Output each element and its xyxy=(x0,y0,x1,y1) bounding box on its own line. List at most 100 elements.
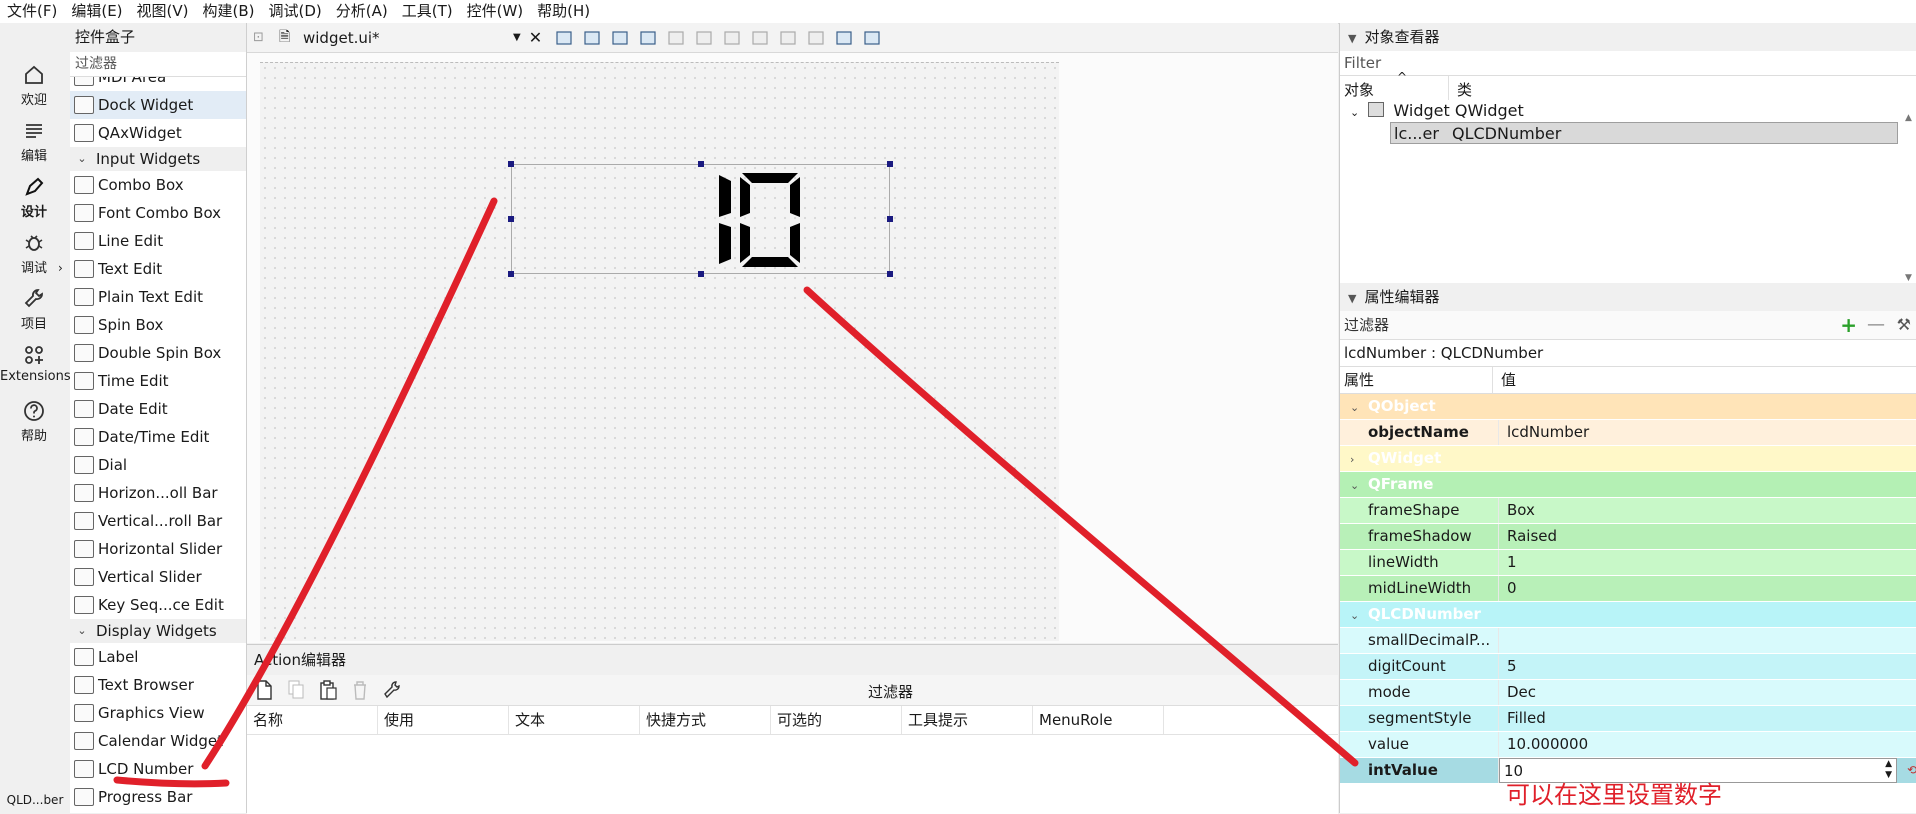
resize-handle[interactable] xyxy=(697,161,704,167)
property-row[interactable]: digitCount 5 xyxy=(1340,654,1916,680)
property-value[interactable]: Filled xyxy=(1499,706,1916,731)
reset-property-icon[interactable]: ⟲ xyxy=(1907,758,1916,783)
property-value[interactable]: Box xyxy=(1499,498,1916,523)
menu-item-0[interactable]: 文件(F) xyxy=(0,0,64,23)
property-row[interactable]: smallDecimalP... xyxy=(1340,628,1916,654)
action-column-header[interactable]: 工具提示 xyxy=(902,706,1033,734)
menu-item-3[interactable]: 构建(B) xyxy=(196,0,262,23)
chevron-down-icon[interactable]: ⌄ xyxy=(1350,603,1368,627)
chevron-down-icon[interactable]: ▼ xyxy=(513,32,521,43)
property-column-header[interactable]: 属性 xyxy=(1340,367,1493,393)
action-column-header[interactable]: 快捷方式 xyxy=(640,706,771,734)
property-row[interactable]: lineWidth 1 xyxy=(1340,550,1916,576)
widget-item[interactable]: Dock Widget xyxy=(70,91,246,119)
layout-tool-icon[interactable] xyxy=(862,29,882,47)
menu-item-5[interactable]: 分析(A) xyxy=(329,0,395,23)
widget-item[interactable]: Time Edit xyxy=(70,367,246,395)
property-value[interactable]: Raised xyxy=(1499,524,1916,549)
property-row[interactable]: segmentStyle Filled xyxy=(1340,706,1916,732)
widget-item[interactable]: Combo Box xyxy=(70,171,246,199)
copy-action-icon[interactable] xyxy=(287,680,305,700)
widget-box-filter-input[interactable]: 过滤器 xyxy=(70,52,246,77)
property-value[interactable]: 1 xyxy=(1499,550,1916,575)
layout-tool-icon[interactable] xyxy=(666,29,686,47)
widget-item[interactable]: Plain Text Edit xyxy=(70,283,246,311)
layout-tool-icon[interactable] xyxy=(638,29,658,47)
close-document-icon[interactable]: ✕ xyxy=(529,28,542,47)
widget-item[interactable]: Progress Bar xyxy=(70,783,246,811)
property-value[interactable] xyxy=(1499,628,1916,653)
widget-item[interactable]: Key Seq...ce Edit xyxy=(70,591,246,619)
widget-item[interactable]: Vertical...roll Bar xyxy=(70,507,246,535)
widget-item[interactable]: Text Edit xyxy=(70,255,246,283)
menu-item-1[interactable]: 编辑(E) xyxy=(64,0,129,23)
spin-arrows-icon[interactable]: ▲ ▼ xyxy=(1885,759,1892,781)
resize-handle[interactable] xyxy=(697,271,704,277)
action-column-header[interactable]: 使用 xyxy=(378,706,509,734)
mode-target-label[interactable]: QLD...ber xyxy=(0,793,70,807)
scroll-down-icon[interactable]: ▼ xyxy=(1905,273,1912,283)
widget-item[interactable]: Font Combo Box xyxy=(70,199,246,227)
chevron-right-icon[interactable]: › xyxy=(1350,447,1368,471)
widget-item[interactable]: Label xyxy=(70,643,246,671)
widget-item[interactable]: Horizon...oll Bar xyxy=(70,479,246,507)
object-row-lcdnumber[interactable]: lc...er QLCDNumber xyxy=(1390,122,1898,144)
widget-item[interactable]: MDI Area xyxy=(70,77,246,91)
object-filter-input[interactable]: Filter xyxy=(1340,51,1916,76)
property-group-row[interactable]: ⌄ QObject xyxy=(1340,394,1916,420)
layout-tool-icon[interactable] xyxy=(722,29,742,47)
action-column-header[interactable]: 文本 xyxy=(509,706,640,734)
property-row[interactable]: frameShape Box xyxy=(1340,498,1916,524)
document-dropdown[interactable]: widget.ui* xyxy=(303,29,513,47)
property-row[interactable]: frameShadow Raised xyxy=(1340,524,1916,550)
lock-icon[interactable]: ⊡ xyxy=(253,30,273,45)
menu-item-4[interactable]: 调试(D) xyxy=(262,0,329,23)
configure-icon[interactable] xyxy=(383,680,401,700)
property-filter-input[interactable]: 过滤器 xyxy=(1344,316,1389,334)
layout-tool-icon[interactable] xyxy=(582,29,602,47)
value-column-header[interactable]: 值 xyxy=(1493,367,1516,393)
widget-item[interactable]: Graphics View xyxy=(70,699,246,727)
resize-handle[interactable] xyxy=(508,161,514,167)
property-row[interactable]: objectName lcdNumber xyxy=(1340,420,1916,446)
chevron-down-icon[interactable]: ⌄ xyxy=(1350,395,1368,419)
widget-item[interactable]: Date/Time Edit xyxy=(70,423,246,451)
property-value[interactable]: 0 xyxy=(1499,576,1916,601)
widget-item[interactable]: Date Edit xyxy=(70,395,246,423)
action-filter-input[interactable]: 过滤器 xyxy=(868,681,913,702)
scroll-up-icon[interactable]: ▲ xyxy=(1905,113,1915,123)
property-value[interactable]: lcdNumber xyxy=(1499,420,1916,445)
widget-item[interactable]: Spin Box xyxy=(70,311,246,339)
add-property-icon[interactable]: + xyxy=(1840,311,1857,339)
menu-item-2[interactable]: 视图(V) xyxy=(130,0,196,23)
property-value[interactable]: 5 xyxy=(1499,654,1916,679)
property-value[interactable]: Dec xyxy=(1499,680,1916,705)
widget-item[interactable]: LCD Number xyxy=(70,755,246,783)
layout-tool-icon[interactable] xyxy=(554,29,574,47)
paste-action-icon[interactable] xyxy=(319,680,337,700)
property-row[interactable]: value 10.000000 xyxy=(1340,732,1916,758)
form-widget[interactable] xyxy=(260,62,1059,641)
object-inspector-scrollbar[interactable]: ▲ ▼ xyxy=(1905,113,1915,283)
chevron-down-icon[interactable]: ▼ xyxy=(1348,292,1356,305)
mode-home[interactable]: 欢迎 xyxy=(0,63,68,108)
resize-handle[interactable] xyxy=(887,271,893,277)
form-editor-canvas[interactable] xyxy=(247,53,1581,693)
expand-down-icon[interactable]: ⌄ xyxy=(1350,106,1359,119)
object-column-header[interactable]: 对象 xyxy=(1340,76,1449,100)
property-group-row[interactable]: ⌄ QLCDNumber xyxy=(1340,602,1916,628)
layout-tool-icon[interactable] xyxy=(694,29,714,47)
class-column-header[interactable]: 类 xyxy=(1449,76,1472,100)
widget-item[interactable]: Vertical Slider xyxy=(70,563,246,591)
mode-help[interactable]: 帮助 xyxy=(0,399,68,444)
mode-pen[interactable]: 设计 xyxy=(0,175,68,220)
property-group-row[interactable]: › QWidget xyxy=(1340,446,1916,472)
lcd-number-widget[interactable]: 10 xyxy=(511,164,890,274)
object-row-widget[interactable]: ⌄ Widget QWidget xyxy=(1340,100,1916,122)
menu-item-8[interactable]: 帮助(H) xyxy=(530,0,597,23)
resize-handle[interactable] xyxy=(508,271,514,277)
property-row[interactable]: mode Dec xyxy=(1340,680,1916,706)
chevron-down-icon[interactable]: ⌄ xyxy=(1350,473,1368,497)
property-group-row[interactable]: ⌄ QFrame xyxy=(1340,472,1916,498)
layout-tool-icon[interactable] xyxy=(806,29,826,47)
